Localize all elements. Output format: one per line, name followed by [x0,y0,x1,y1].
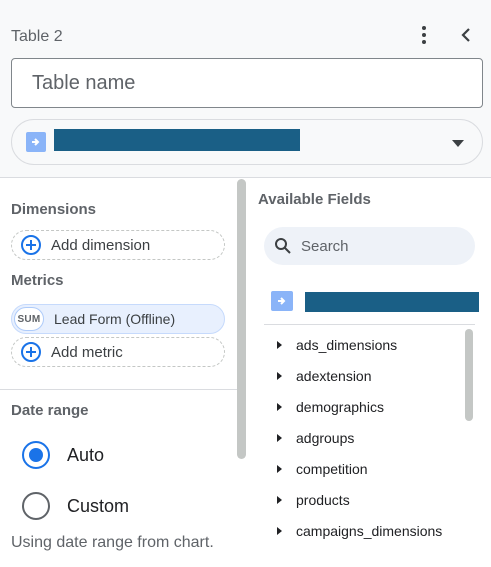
data-source-select[interactable] [11,119,483,165]
radio-auto-label: Auto [67,444,105,465]
expand-arrow-icon [277,464,282,473]
field-group-adextension[interactable]: adextension [277,360,462,391]
table-name-input[interactable] [11,58,483,108]
dimensions-label: Dimensions [11,201,97,218]
collapse-panel-icon[interactable] [454,22,478,48]
add-metric-button[interactable]: Add metric [11,337,225,367]
data-source-icon [271,291,293,311]
field-group-demographics[interactable]: demographics [277,391,462,422]
radio-auto[interactable] [22,441,50,469]
search-icon [275,238,291,254]
field-group-competition[interactable]: competition [277,453,462,484]
date-range-auto-option[interactable]: Auto [22,441,104,469]
field-group-label: products [296,491,350,508]
field-group-adgroups[interactable]: adgroups [277,422,462,453]
fields-scrollbar[interactable] [465,329,473,421]
expand-arrow-icon [277,402,282,411]
field-group-label: campaigns_dimensions [296,522,443,539]
metrics-label: Metrics [11,272,64,289]
metric-chip[interactable]: SUM Lead Form (Offline) [11,304,225,334]
expand-arrow-icon [277,340,282,349]
available-fields-title: Available Fields [258,191,371,208]
radio-custom-label: Custom [67,495,130,516]
expand-arrow-icon [277,495,282,504]
expand-arrow-icon [277,433,282,442]
add-dimension-button[interactable]: Add dimension [11,230,225,260]
date-range-custom-option[interactable]: Custom [22,492,129,520]
field-group-list: ads_dimensions adextension demographics … [277,329,462,546]
field-group-ads-dimensions[interactable]: ads_dimensions [277,329,462,360]
expand-arrow-icon [277,526,282,535]
table-config-header: Table 2 [0,0,491,178]
field-search[interactable] [264,227,475,265]
date-range-hint: Using date range from chart. [11,534,214,551]
field-group-label: demographics [296,398,384,415]
add-circle-icon [21,342,41,362]
field-group-label: ads_dimensions [296,336,398,353]
setup-panel: Dimensions Add dimension Metrics SUM Lea… [0,179,237,567]
fields-divider [264,324,475,325]
field-group-label: competition [296,460,368,477]
radio-custom[interactable] [22,492,50,520]
available-fields-panel: Available Fields ads_dimensions adextens… [249,179,491,567]
field-group-products[interactable]: products [277,484,462,515]
add-metric-label: Add metric [51,343,123,361]
add-dimension-label: Add dimension [51,236,151,254]
more-options-icon[interactable] [414,22,434,48]
search-input[interactable] [301,237,461,255]
section-divider [0,389,237,390]
aggregation-badge[interactable]: SUM [14,307,44,331]
date-range-label: Date range [11,402,89,419]
field-group-label: adextension [296,367,372,384]
data-source-name-redacted [305,292,479,312]
expand-arrow-icon [277,371,282,380]
setup-scrollbar[interactable] [237,179,246,459]
panel-title: Table 2 [11,28,63,45]
metric-name: Lead Form (Offline) [54,311,176,327]
add-circle-icon [21,235,41,255]
field-group-campaigns-dimensions[interactable]: campaigns_dimensions [277,515,462,546]
dropdown-caret-icon [452,140,464,147]
data-source-icon [26,132,46,152]
data-source-row[interactable] [271,290,479,314]
field-group-label: adgroups [296,429,355,446]
data-source-name-redacted [54,129,300,151]
